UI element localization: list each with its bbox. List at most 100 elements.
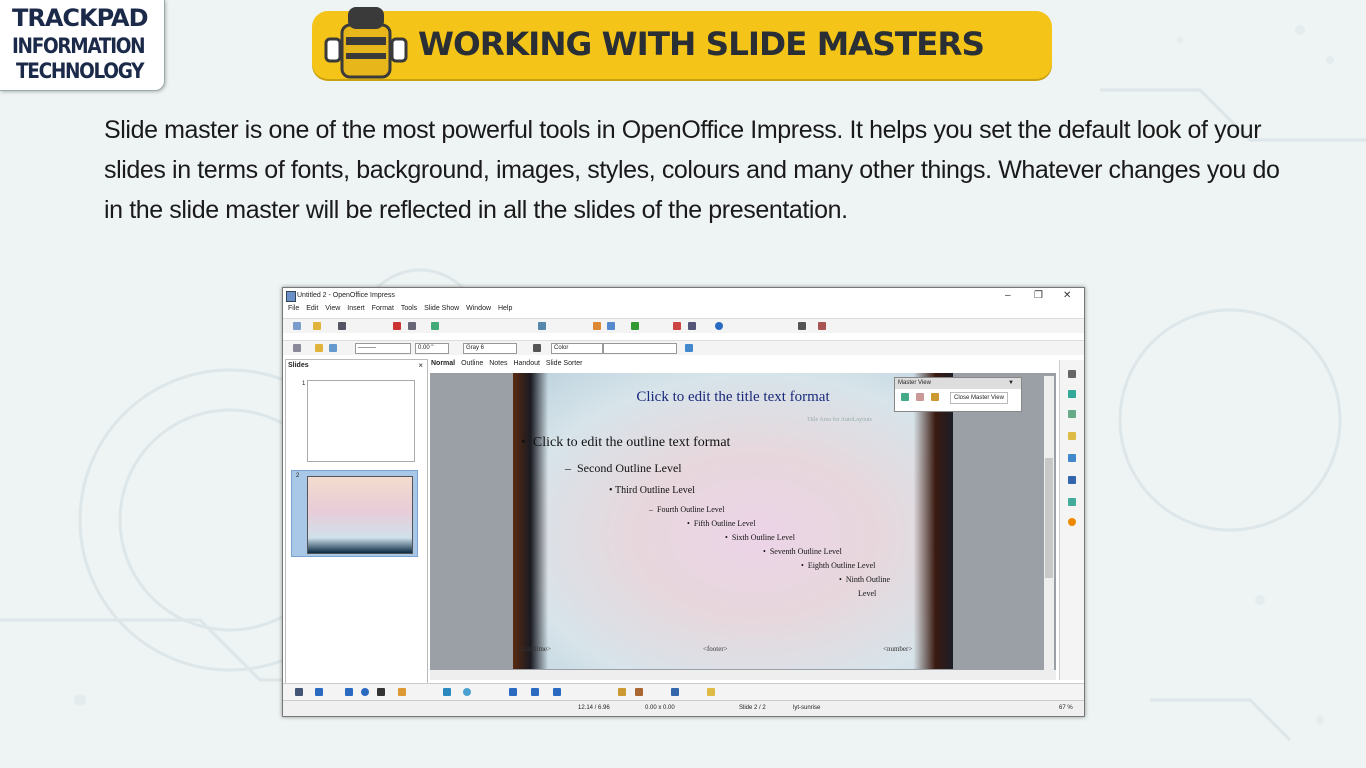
minimize-icon[interactable]: – — [1005, 290, 1011, 301]
flowchart-icon[interactable] — [509, 688, 517, 696]
menu-file[interactable]: File — [288, 305, 299, 312]
horizontal-scrollbar[interactable] — [430, 670, 1056, 680]
layout-name: lyt-sunrise — [793, 705, 821, 711]
tab-outline[interactable]: Outline — [461, 360, 483, 367]
zoom-level[interactable]: 67 % — [1059, 705, 1073, 711]
rectangle-icon[interactable] — [345, 688, 353, 696]
styles-sidebar-icon[interactable] — [1068, 498, 1076, 506]
chart-icon[interactable] — [593, 322, 601, 330]
standard-toolbar — [283, 318, 1084, 333]
close-icon[interactable]: ✕ — [1063, 290, 1071, 301]
menu-window[interactable]: Window — [466, 305, 491, 312]
outline-level-3[interactable]: • Third Outline Level — [609, 485, 695, 496]
menu-slide-show[interactable]: Slide Show — [424, 305, 459, 312]
master-view-dropdown-icon[interactable]: ▼ — [1008, 380, 1014, 386]
layouts-icon[interactable] — [1068, 410, 1076, 418]
outline-level-4[interactable]: – Fourth Outline Level — [649, 505, 725, 514]
line-color-select[interactable]: Gray 6 — [463, 343, 517, 354]
curve-icon[interactable] — [398, 688, 406, 696]
line-icon[interactable] — [315, 344, 323, 352]
menu-bar: File Edit View Insert Format Tools Slide… — [283, 305, 1084, 317]
close-master-view-button[interactable]: Close Master View — [950, 392, 1008, 404]
tab-handout[interactable]: Handout — [513, 360, 539, 367]
title-area-label: Title Area for AutoLayouts — [807, 417, 872, 423]
navigator-icon[interactable] — [1068, 518, 1076, 526]
menu-help[interactable]: Help — [498, 305, 512, 312]
number-placeholder[interactable]: <number> — [883, 645, 912, 653]
menu-view[interactable]: View — [325, 305, 340, 312]
slide-thumbnail-1[interactable] — [307, 380, 415, 462]
outline-level-9[interactable]: • Ninth Outline — [839, 575, 890, 584]
new-icon[interactable] — [293, 322, 301, 330]
outline-level-2[interactable]: – Second Outline Level — [565, 461, 682, 476]
fontwork-icon[interactable] — [707, 688, 715, 696]
open-icon[interactable] — [313, 322, 321, 330]
outline-level-1[interactable]: • Click to edit the outline text format — [521, 435, 730, 451]
line-width-input[interactable]: 0.00 " — [415, 343, 449, 354]
pdf-icon[interactable] — [393, 322, 401, 330]
new-master-icon[interactable] — [901, 393, 909, 401]
tab-notes[interactable]: Notes — [489, 360, 507, 367]
restore-icon[interactable]: ❐ — [1034, 290, 1043, 301]
tab-normal[interactable]: Normal — [431, 360, 455, 367]
outline-level-7[interactable]: • Seventh Outline Level — [763, 547, 842, 556]
spellcheck-icon[interactable] — [431, 322, 439, 330]
line-tool-icon[interactable] — [315, 688, 323, 696]
line-style-select[interactable]: ——— — [355, 343, 411, 354]
date-placeholder[interactable]: <date/time> — [517, 645, 551, 653]
master-pages-icon[interactable] — [1068, 432, 1076, 440]
draw-functions-icon[interactable] — [673, 322, 681, 330]
select-icon[interactable] — [295, 688, 303, 696]
globe-icon[interactable] — [631, 322, 639, 330]
vertical-scroll-thumb[interactable] — [1045, 458, 1053, 578]
master-slide[interactable]: Click to edit the title text format Titl… — [513, 373, 953, 669]
save-icon[interactable] — [338, 322, 346, 330]
text-icon[interactable] — [377, 688, 385, 696]
zoom-icon[interactable] — [688, 322, 696, 330]
status-bar: 12.14 / 6.96 0.00 x 0.00 Slide 2 / 2 lyt… — [283, 700, 1084, 716]
shapes-icon[interactable] — [443, 688, 451, 696]
slide-icon[interactable] — [798, 322, 806, 330]
image-icon[interactable] — [618, 688, 626, 696]
master-view-toolbar: Master View ▼ Close Master View — [894, 377, 1022, 412]
menu-insert[interactable]: Insert — [347, 305, 365, 312]
undo-icon[interactable] — [538, 322, 546, 330]
menu-format[interactable]: Format — [372, 305, 394, 312]
slide-title-placeholder[interactable]: Click to edit the title text format — [513, 389, 953, 406]
delete-master-icon[interactable] — [916, 393, 924, 401]
slide-indicator: Slide 2 / 2 — [739, 705, 766, 711]
help-icon[interactable] — [715, 322, 723, 330]
table-icon[interactable] — [607, 322, 615, 330]
arrow-style-icon[interactable] — [329, 344, 337, 352]
styles-icon[interactable] — [293, 344, 301, 352]
shadow-icon[interactable] — [685, 344, 693, 352]
menu-tools[interactable]: Tools — [401, 305, 417, 312]
footer-placeholder[interactable]: <footer> — [703, 645, 728, 653]
ellipse-icon[interactable] — [361, 688, 369, 696]
extrusion-icon[interactable] — [671, 688, 679, 696]
title-banner: WORKING WITH SLIDE MASTERS — [312, 7, 1052, 79]
symbol-shapes-icon[interactable] — [463, 688, 471, 696]
menu-edit[interactable]: Edit — [306, 305, 318, 312]
close-pane-icon[interactable]: × — [418, 361, 423, 370]
properties-icon[interactable] — [1068, 390, 1076, 398]
area-style-select[interactable]: Color — [551, 343, 603, 354]
outline-level-8[interactable]: • Eighth Outline Level — [801, 561, 875, 570]
sidebar-menu-icon[interactable] — [1068, 370, 1076, 378]
outline-level-5[interactable]: • Fifth Outline Level — [687, 519, 756, 528]
gallery-icon[interactable] — [635, 688, 643, 696]
print-icon[interactable] — [408, 322, 416, 330]
slide-thumbnail-2[interactable]: 2 — [291, 470, 418, 557]
area-fill-select[interactable] — [603, 343, 677, 354]
outline-level-6[interactable]: • Sixth Outline Level — [725, 533, 795, 542]
tab-slide-sorter[interactable]: Slide Sorter — [546, 360, 583, 367]
callouts-icon[interactable] — [531, 688, 539, 696]
animation-icon[interactable] — [1068, 454, 1076, 462]
stars-icon[interactable] — [553, 688, 561, 696]
fill-icon[interactable] — [533, 344, 541, 352]
line-fill-toolbar: ——— 0.00 " Gray 6 Color — [283, 340, 1084, 355]
rename-master-icon[interactable] — [931, 393, 939, 401]
slideshow-icon[interactable] — [818, 322, 826, 330]
transition-icon[interactable] — [1068, 476, 1076, 484]
vertical-scrollbar[interactable] — [1044, 376, 1054, 672]
